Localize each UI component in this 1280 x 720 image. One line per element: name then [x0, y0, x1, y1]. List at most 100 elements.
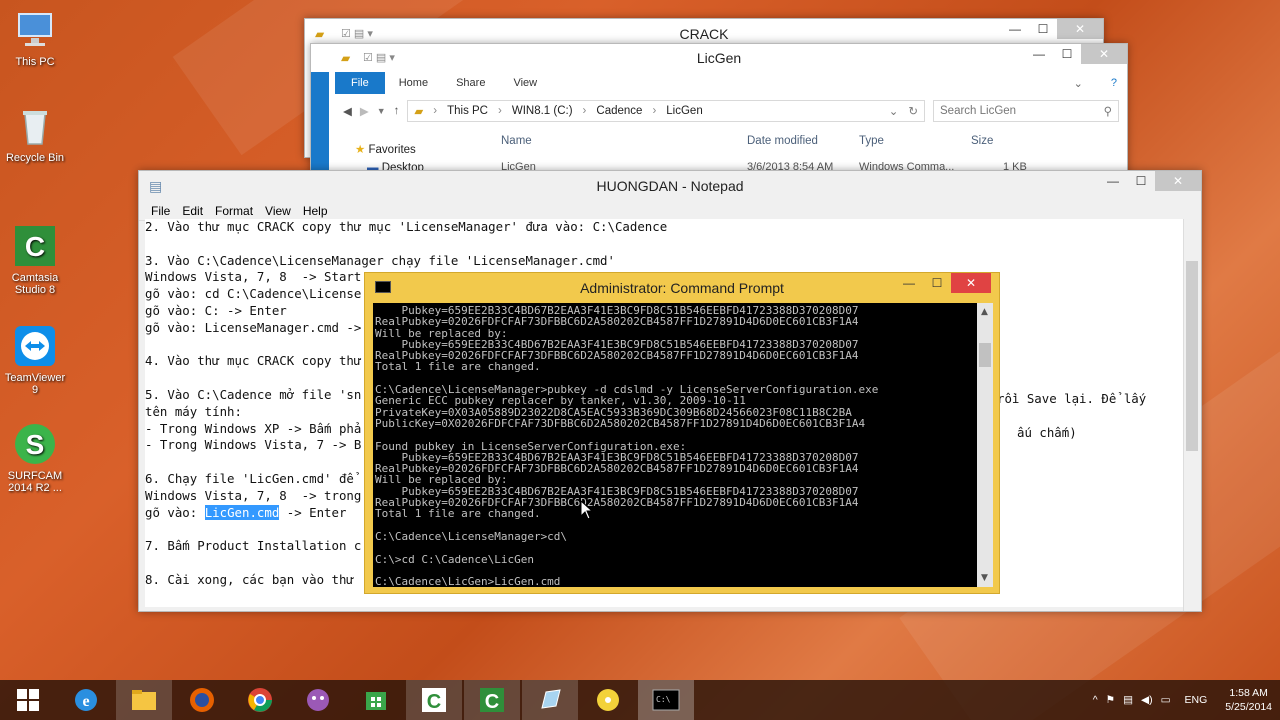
- maximize-button[interactable]: ☐: [1127, 171, 1155, 191]
- notepad-scrollbar[interactable]: [1183, 219, 1201, 611]
- nav-favorites[interactable]: ★ Favorites: [355, 142, 416, 156]
- column-header-type[interactable]: Type: [859, 135, 884, 147]
- recent-locations-icon[interactable]: ▼: [377, 106, 386, 116]
- taskbar-file-explorer[interactable]: [116, 680, 172, 720]
- minimize-button[interactable]: —: [895, 273, 923, 293]
- close-button[interactable]: ✕: [951, 273, 991, 293]
- taskbar-camtasia-recorder[interactable]: C: [406, 680, 462, 720]
- breadcrumb-item[interactable]: This PC: [447, 105, 488, 117]
- cmd-scrollbar[interactable]: ▲ ▼: [977, 303, 993, 587]
- address-bar[interactable]: ▰ › This PC › WIN8.1 (C:) › Cadence › Li…: [407, 100, 925, 122]
- clock-time: 1:58 AM: [1229, 687, 1268, 699]
- notepad-titlebar[interactable]: ▤ HUONGDAN - Notepad — ☐ ✕: [139, 171, 1201, 201]
- teamviewer-icon: [13, 312, 57, 366]
- camtasia-studio-icon: C: [480, 688, 504, 713]
- start-button[interactable]: [0, 680, 56, 720]
- cmd-titlebar[interactable]: Administrator: Command Prompt — ☐ ✕: [365, 273, 999, 303]
- desktop-icon-recycle-bin[interactable]: Recycle Bin: [0, 104, 70, 164]
- breadcrumb-item[interactable]: LicGen: [666, 105, 702, 117]
- minimize-button[interactable]: —: [1099, 171, 1127, 191]
- column-header-size[interactable]: Size: [971, 135, 993, 147]
- recycle-bin-icon: [13, 104, 57, 148]
- taskbar-bonzi[interactable]: [290, 680, 346, 720]
- menu-help[interactable]: Help: [303, 201, 328, 220]
- search-input[interactable]: Search LicGen ⚲: [933, 100, 1119, 122]
- window-controls: — ☐ ✕: [1099, 171, 1201, 193]
- notepad-menubar: File Edit Format View Help: [139, 201, 1201, 221]
- ribbon-view-tab[interactable]: View: [499, 77, 551, 89]
- svg-text:C:\: C:\: [656, 695, 671, 704]
- star-icon: ★: [355, 144, 366, 156]
- notepad-line-fragment: -> Enter: [279, 504, 347, 520]
- bonzi-icon: [307, 689, 329, 711]
- cmd-line: PublicKey=0X02026FDFCFAF73DFBBC6D2A58020…: [375, 416, 866, 430]
- up-icon[interactable]: ↑: [394, 105, 400, 117]
- help-icon[interactable]: ?: [1097, 77, 1127, 89]
- taskbar-firefox[interactable]: [174, 680, 230, 720]
- maximize-button[interactable]: ☐: [923, 273, 951, 293]
- maximize-button[interactable]: ☐: [1053, 44, 1081, 64]
- cmd-line: Total 1 file are changed.: [375, 507, 541, 521]
- breadcrumb-item[interactable]: WIN8.1 (C:): [512, 105, 573, 117]
- keyboard-icon[interactable]: ▭: [1161, 694, 1171, 706]
- licgen-titlebar[interactable]: ▰ ☑ ▤ ▾ LicGen — ☐ ✕: [311, 44, 1127, 72]
- close-button[interactable]: ✕: [1057, 19, 1103, 39]
- cmd-line: C:\Cadence\LicenseManager>cd\: [375, 529, 568, 543]
- menu-file[interactable]: File: [151, 201, 170, 220]
- breadcrumb-item[interactable]: Cadence: [596, 105, 642, 117]
- close-button[interactable]: ✕: [1081, 44, 1127, 64]
- taskbar-cmd[interactable]: C:\: [638, 680, 694, 720]
- ribbon-home-tab[interactable]: Home: [385, 77, 442, 89]
- back-icon[interactable]: ◀: [343, 104, 352, 118]
- action-center-icon[interactable]: ⚑: [1106, 694, 1115, 706]
- desktop-icon-surfcam[interactable]: S SURFCAM 2014 R2 ...: [0, 398, 70, 506]
- taskbar-ie[interactable]: e: [58, 680, 114, 720]
- scrollbar-thumb[interactable]: [979, 343, 991, 367]
- maximize-button[interactable]: ☐: [1029, 19, 1057, 39]
- menu-edit[interactable]: Edit: [182, 201, 203, 220]
- search-icon: ⚲: [1103, 106, 1112, 118]
- volume-icon[interactable]: ◀): [1141, 694, 1153, 706]
- cmd-window[interactable]: Administrator: Command Prompt — ☐ ✕ Pubk…: [364, 272, 1000, 594]
- desktop-icon-label: Camtasia Studio 8: [11, 272, 59, 296]
- column-header-name[interactable]: Name: [501, 135, 532, 147]
- close-button[interactable]: ✕: [1155, 171, 1201, 191]
- taskbar-chrome[interactable]: [232, 680, 288, 720]
- forward-icon[interactable]: ▶: [360, 104, 369, 118]
- desktop-icon-camtasia[interactable]: C Camtasia Studio 8: [0, 200, 70, 308]
- desktop-icon-teamviewer[interactable]: TeamViewer 9: [0, 300, 70, 408]
- ribbon-file-tab[interactable]: File: [335, 72, 385, 94]
- minimize-button[interactable]: —: [1025, 44, 1053, 64]
- menu-format[interactable]: Format: [215, 201, 253, 220]
- cmd-line: [375, 542, 975, 553]
- clock[interactable]: 1:58 AM 5/25/2014: [1225, 686, 1272, 714]
- desktop-icon-this-pc[interactable]: This PC: [0, 8, 70, 68]
- ribbon-share-tab[interactable]: Share: [442, 77, 499, 89]
- language-indicator[interactable]: ENG: [1185, 694, 1208, 706]
- cmd-line: C:\Cadence\LicGen>LicGen.cmd: [375, 575, 561, 587]
- window-controls: — ☐ ✕: [1025, 44, 1127, 66]
- scrollbar-thumb[interactable]: [1186, 261, 1198, 451]
- address-dropdown-icon[interactable]: ⌄: [889, 104, 899, 118]
- cmd-line: RealPubkey=02026FDFCFAF73DFBBC6D2A580202…: [375, 315, 859, 329]
- scroll-up-icon[interactable]: ▲: [981, 307, 988, 317]
- folder-icon: ▰: [414, 106, 424, 118]
- taskbar-camtasia-studio[interactable]: C: [464, 680, 520, 720]
- mouse-cursor-icon: [580, 500, 594, 520]
- scroll-down-icon[interactable]: ▼: [981, 573, 988, 583]
- cmd-console[interactable]: Pubkey=659EE2B33C4BD67B2EAA3F41E3BC9FD8C…: [373, 303, 977, 587]
- taskbar-cd[interactable]: [580, 680, 636, 720]
- taskbar-notepad[interactable]: [522, 680, 578, 720]
- network-icon[interactable]: ▤: [1123, 694, 1133, 706]
- quick-access-toolbar[interactable]: ☑ ▤ ▾: [363, 44, 395, 72]
- notepad-icon: ▤: [149, 178, 163, 194]
- minimize-button[interactable]: —: [1001, 19, 1029, 39]
- notepad-line: [145, 236, 1181, 253]
- taskbar-store[interactable]: [348, 680, 404, 720]
- show-hidden-icons-icon[interactable]: ^: [1093, 694, 1098, 706]
- refresh-icon[interactable]: ↻: [908, 104, 918, 118]
- ribbon-expand-icon[interactable]: ⌄: [1060, 77, 1097, 90]
- menu-view[interactable]: View: [265, 201, 291, 220]
- column-header-date[interactable]: Date modified: [747, 135, 818, 147]
- folder-icon: ▰: [341, 51, 351, 65]
